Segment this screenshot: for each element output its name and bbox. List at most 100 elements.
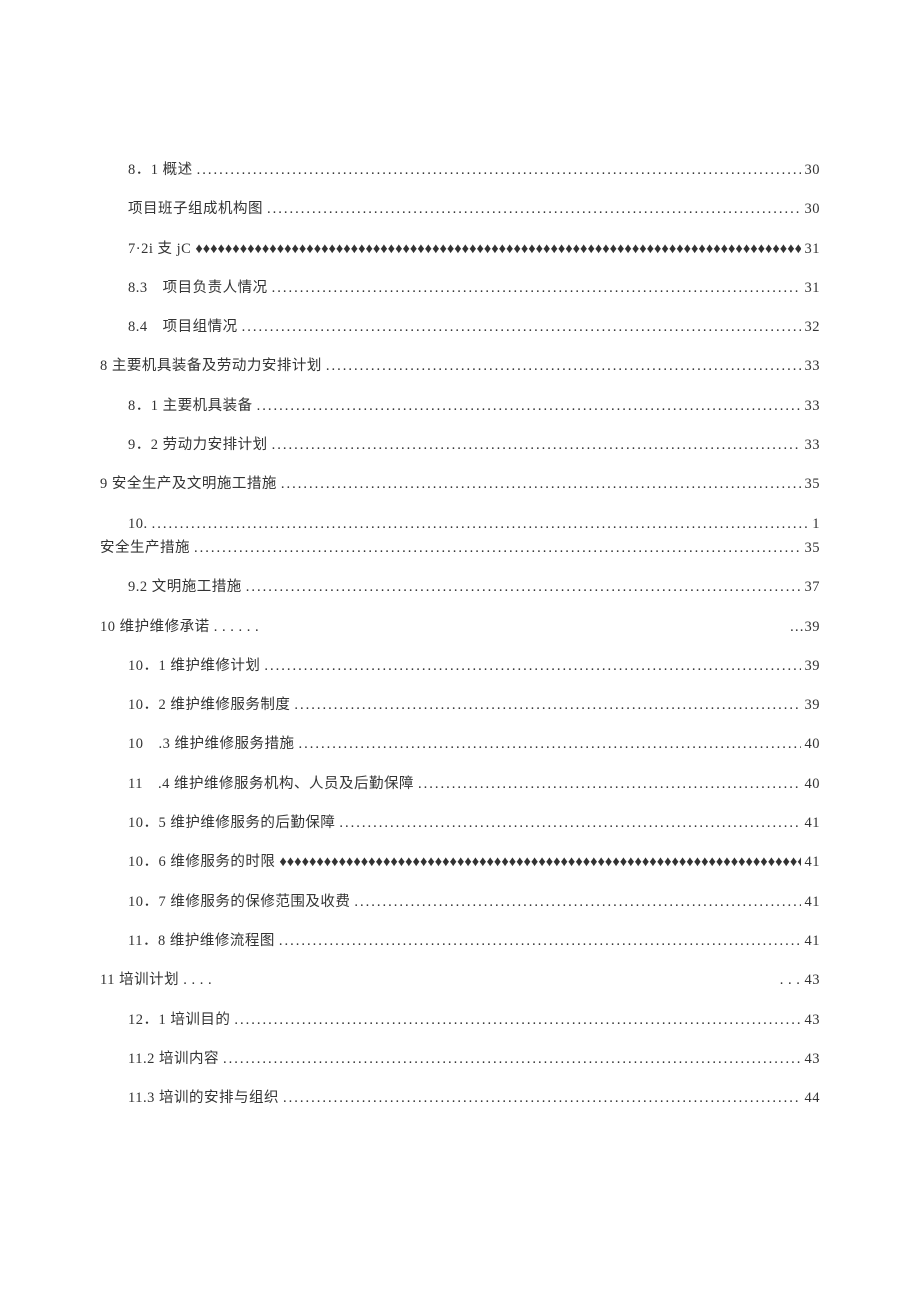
- toc-label: 10．6 维修服务的时限: [128, 852, 275, 872]
- toc-page-number: 30: [805, 160, 821, 180]
- toc-entry: 安全生产措施 .................................…: [100, 538, 820, 558]
- toc-page-number: 33: [805, 435, 821, 455]
- toc-page: 8．1 概述 .................................…: [0, 0, 920, 1187]
- toc-leader: ........................................…: [354, 892, 800, 912]
- toc-label: 10.: [128, 514, 148, 534]
- toc-page-number: 41: [805, 892, 821, 912]
- toc-page-number: 37: [805, 577, 821, 597]
- toc-page-number: 40: [805, 774, 821, 794]
- toc-leader: ........................................…: [246, 577, 801, 597]
- toc-entry: 9．2 劳动力安排计划 ............................…: [100, 435, 820, 455]
- toc-label: 8.3 项目负责人情况: [128, 278, 268, 298]
- toc-label: 10．1 维护维修计划: [128, 656, 260, 676]
- toc-leader: ........................................…: [326, 356, 801, 376]
- toc-entry: 11．8 维护维修流程图 ...........................…: [100, 931, 820, 951]
- toc-entry: 8．1 主要机具装备 .............................…: [100, 396, 820, 416]
- toc-page-number: 33: [805, 356, 821, 376]
- toc-label: 10 维护维修承诺 . . . . . .: [100, 617, 259, 637]
- toc-leader: ........................................…: [234, 1010, 800, 1030]
- toc-page-number: 41: [805, 931, 821, 951]
- toc-label: 11．8 维护维修流程图: [128, 931, 275, 951]
- toc-label: 9.2 文明施工措施: [128, 577, 242, 597]
- toc-page-number: 32: [805, 317, 821, 337]
- toc-leader: ♦♦♦♦♦♦♦♦♦♦♦♦♦♦♦♦♦♦♦♦♦♦♦♦♦♦♦♦♦♦♦♦♦♦♦♦♦♦♦♦…: [279, 852, 800, 872]
- toc-label: 9 安全生产及文明施工措施: [100, 474, 277, 494]
- toc-entry: 11 培训计划 . . . . . . . 43: [100, 970, 820, 990]
- toc-label: 10．5 维护维修服务的后勤保障: [128, 813, 335, 833]
- toc-label: 8．1 概述: [128, 160, 193, 180]
- toc-entry: 10．6 维修服务的时限♦♦♦♦♦♦♦♦♦♦♦♦♦♦♦♦♦♦♦♦♦♦♦♦♦♦♦♦…: [100, 852, 820, 872]
- toc-label: 11 .4 维护维修服务机构、人员及后勤保障: [128, 774, 414, 794]
- toc-leader: ........................................…: [242, 317, 801, 337]
- toc-entry: 10．5 维护维修服务的后勤保障 .......................…: [100, 813, 820, 833]
- toc-entry: 10 .3 维护维修服务措施..........................…: [100, 734, 820, 754]
- toc-leader: ........................................…: [257, 396, 801, 416]
- toc-label: 安全生产措施: [100, 538, 190, 558]
- toc-page-number: 30: [805, 199, 821, 219]
- toc-leader: ........................................…: [197, 160, 801, 180]
- toc-entry: 11.2 培训内容 ..............................…: [100, 1049, 820, 1069]
- toc-entry: 10．1 维护维修计划 ............................…: [100, 656, 820, 676]
- toc-leader: ........................................…: [223, 1049, 801, 1069]
- toc-page-number: 41: [805, 813, 821, 833]
- toc-leader: ........................................…: [283, 1088, 801, 1108]
- toc-label: 8.4 项目组情况: [128, 317, 238, 337]
- toc-page-number: 1: [812, 514, 820, 534]
- toc-page-number: 40: [805, 734, 821, 754]
- toc-page-number: 44: [805, 1088, 821, 1108]
- toc-entry: 9 安全生产及文明施工措施 ..........................…: [100, 474, 820, 494]
- toc-leader: ........................................…: [281, 474, 801, 494]
- toc-entry: 11 .4 维护维修服务机构、人员及后勤保障..................…: [100, 774, 820, 794]
- toc-entry: 10．2 维护维修服务制度 ..........................…: [100, 695, 820, 715]
- toc-entry: 11.3 培训的安排与组织 ..........................…: [100, 1088, 820, 1108]
- toc-page-number: 41: [805, 852, 821, 872]
- toc-page-number: . . . 43: [780, 970, 820, 990]
- toc-label: 10 .3 维护维修服务措施: [128, 734, 295, 754]
- toc-page-number: 31: [805, 278, 821, 298]
- toc-page-number: 33: [805, 396, 821, 416]
- toc-label: 项目班子组成机构图: [128, 199, 263, 219]
- toc-page-number: 31: [805, 239, 821, 259]
- toc-entry: 项目班子组成机构图 ..............................…: [100, 199, 820, 219]
- toc-leader: ........................................…: [264, 656, 800, 676]
- toc-leader: ........................................…: [418, 774, 801, 794]
- toc-leader: ........................................…: [272, 435, 801, 455]
- toc-entry: 8 主要机具装备及劳动力安排计划 .......................…: [100, 356, 820, 376]
- toc-page-number: 43: [805, 1010, 821, 1030]
- toc-label: 11.3 培训的安排与组织: [128, 1088, 279, 1108]
- toc-entry: 8.3 项目负责人情况.............................…: [100, 278, 820, 298]
- toc-label: 11.2 培训内容: [128, 1049, 219, 1069]
- toc-label: 11 培训计划 . . . .: [100, 970, 212, 990]
- toc-entry: 8．1 概述 .................................…: [100, 160, 820, 180]
- toc-page-number: …39: [790, 617, 821, 637]
- toc-page-number: 43: [805, 1049, 821, 1069]
- toc-leader: ♦♦♦♦♦♦♦♦♦♦♦♦♦♦♦♦♦♦♦♦♦♦♦♦♦♦♦♦♦♦♦♦♦♦♦♦♦♦♦♦…: [195, 239, 800, 259]
- toc-label: 7·2i 支 jC: [128, 239, 191, 259]
- toc-leader: ........................................…: [339, 813, 800, 833]
- toc-leader: ........................................…: [279, 931, 801, 951]
- toc-entry: 7·2i 支 jC♦♦♦♦♦♦♦♦♦♦♦♦♦♦♦♦♦♦♦♦♦♦♦♦♦♦♦♦♦♦♦…: [100, 239, 820, 259]
- toc-label: 9．2 劳动力安排计划: [128, 435, 268, 455]
- toc-entry: 10．7 维修服务的保修范围及收费 ......................…: [100, 892, 820, 912]
- toc-leader: ........................................…: [299, 734, 801, 754]
- toc-leader: ........................................…: [152, 514, 809, 534]
- toc-page-number: 35: [805, 538, 821, 558]
- toc-leader: ........................................…: [267, 199, 801, 219]
- toc-label: 8．1 主要机具装备: [128, 396, 253, 416]
- toc-label: 10．2 维护维修服务制度: [128, 695, 290, 715]
- toc-leader: ........................................…: [294, 695, 800, 715]
- toc-leader: ........................................…: [272, 278, 801, 298]
- toc-entry: 9.2 文明施工措施 .............................…: [100, 577, 820, 597]
- toc-leader: ........................................…: [194, 538, 801, 558]
- toc-label: 8 主要机具装备及劳动力安排计划: [100, 356, 322, 376]
- toc-page-number: 35: [805, 474, 821, 494]
- toc-entry: 10 维护维修承诺 . . . . . . …39: [100, 617, 820, 637]
- toc-stacked-entry: 10......................................…: [100, 514, 820, 559]
- toc-page-number: 39: [805, 695, 821, 715]
- toc-page-number: 39: [805, 656, 821, 676]
- toc-label: 12．1 培训目的: [128, 1010, 230, 1030]
- toc-label: 10．7 维修服务的保修范围及收费: [128, 892, 350, 912]
- toc-entry: 12．1 培训目的 ..............................…: [100, 1010, 820, 1030]
- toc-entry: 10......................................…: [100, 514, 820, 534]
- toc-entry: 8.4 项目组情况...............................…: [100, 317, 820, 337]
